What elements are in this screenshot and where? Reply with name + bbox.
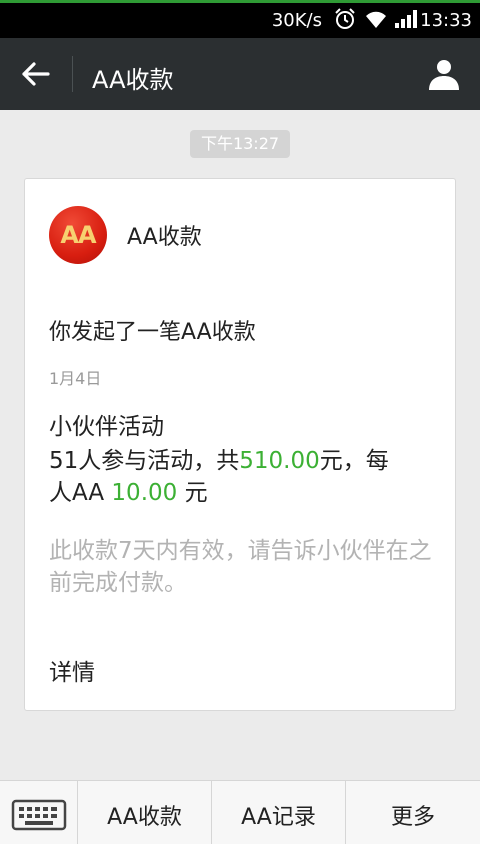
aa-payment-card[interactable]: AA AA收款 你发起了一笔AA收款 1月4日 小伙伴活动 51人参与活动，共5… (24, 178, 456, 711)
wifi-icon (366, 11, 386, 29)
card-headline: 你发起了一笔AA收款 (49, 320, 256, 345)
per-person-text: 人AA (49, 480, 105, 506)
page-title: AA收款 (92, 66, 174, 94)
tab-aa-payment[interactable]: AA收款 (78, 781, 212, 844)
participants-text: 51人参与活动，共 (49, 448, 240, 474)
keyboard-toggle-button[interactable] (0, 781, 78, 844)
app-header: AA收款 (0, 38, 480, 110)
details-link[interactable]: 详情 (49, 653, 95, 687)
bottom-menu-bar: AA收款 AA记录 更多 (0, 780, 480, 844)
currency-text: 元 (184, 480, 208, 506)
tab-aa-records[interactable]: AA记录 (212, 781, 346, 844)
message-timestamp: 下午13:27 (190, 130, 290, 158)
alarm-icon (335, 8, 355, 29)
network-speed: 30K/s (271, 10, 322, 31)
activity-summary-line-1: 51人参与活动，共510.00元，每 (49, 441, 389, 475)
profile-button[interactable] (426, 56, 462, 92)
total-amount: 510.00 (239, 448, 320, 474)
card-app-name: AA收款 (127, 225, 202, 250)
header-divider (72, 56, 73, 92)
tab-more[interactable]: 更多 (346, 781, 480, 844)
status-bar: 30K/s 13:33 (0, 0, 480, 38)
keyboard-icon (11, 799, 67, 831)
activity-summary-line-2: 人AA 10.00 元 (49, 473, 208, 507)
currency-text: 元，每 (319, 448, 389, 474)
back-button[interactable] (14, 56, 58, 92)
aa-logo-icon: AA (49, 206, 107, 264)
back-arrow-icon (22, 62, 50, 86)
person-icon (429, 60, 459, 90)
validity-note: 此收款7天内有效，请告诉小伙伴在之前完成付款。 (49, 538, 432, 596)
status-time: 13:33 (420, 10, 472, 31)
per-person-amount: 10.00 (111, 480, 178, 506)
card-date: 1月4日 (49, 369, 102, 388)
signal-icon (395, 10, 417, 28)
activity-name: 小伙伴活动 (49, 414, 164, 440)
